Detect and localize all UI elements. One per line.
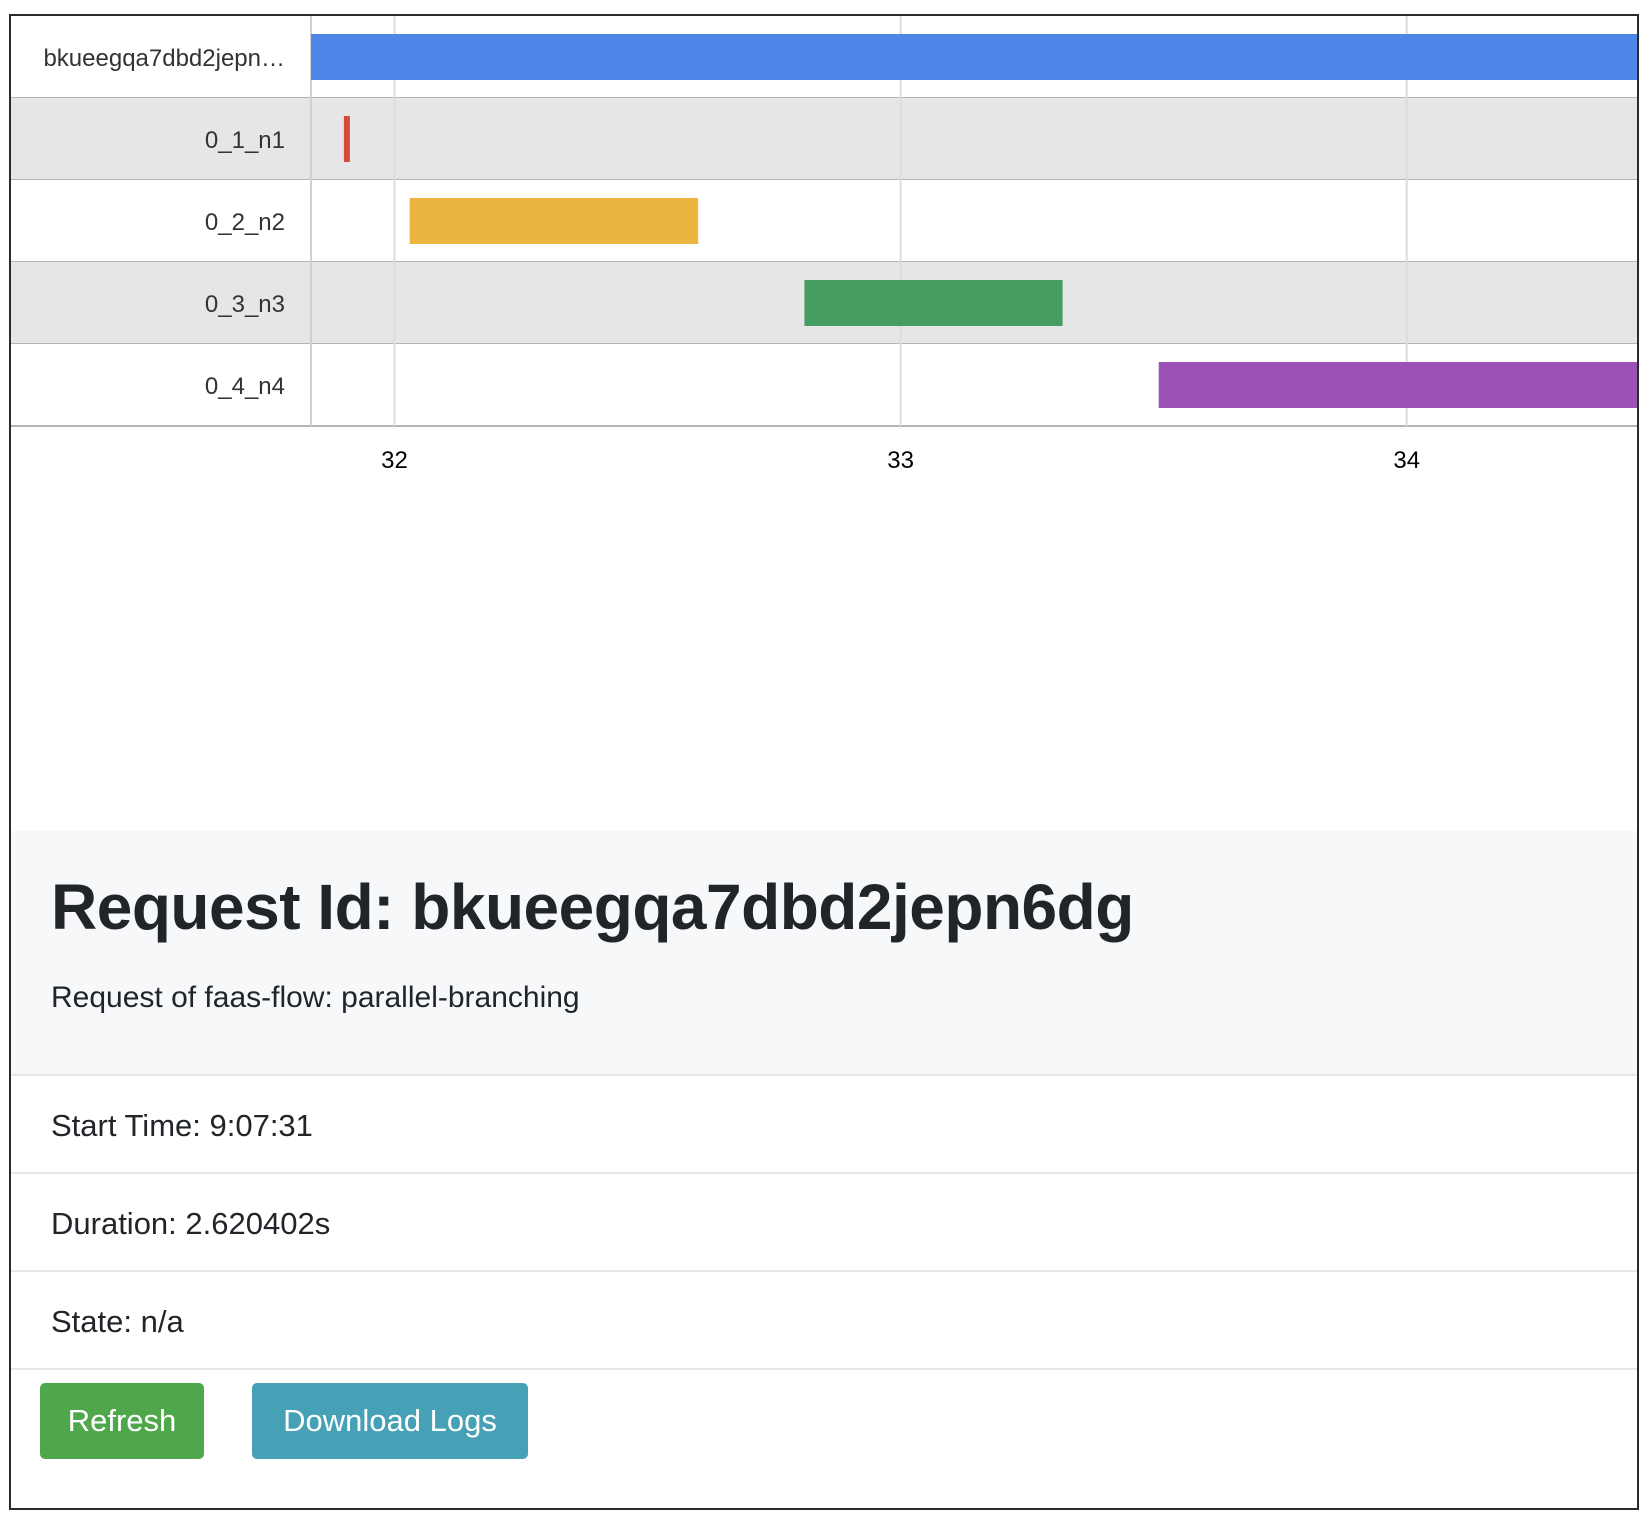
request-header: Request Id: bkueegqa7dbd2jepn6dg Request… [11,831,1637,1076]
timeline-row-label: bkueegqa7dbd2jepn… [43,45,285,72]
refresh-button[interactable]: Refresh [40,1383,204,1459]
timeline-row-label: 0_3_n3 [205,291,285,318]
start-time-text: Start Time: 9:07:31 [51,1108,313,1143]
timeline-bar[interactable] [311,34,1637,80]
download-logs-button[interactable]: Download Logs [252,1383,528,1459]
request-subtitle: Request of faas-flow: parallel-branching [51,981,580,1014]
start-time-row: Start Time: 9:07:31 [11,1076,1637,1174]
tick-label: 32 [381,447,408,474]
state-text: State: n/a [51,1304,184,1339]
timeline-bar[interactable] [1158,362,1637,408]
timeline-row-label: 0_4_n4 [205,373,285,400]
timeline-svg: bkueegqa7dbd2jepn… 0_1_n1 0_2_n2 0_3_n3 0_4_… [11,16,1637,474]
timeline-row-label: 0_2_n2 [205,209,285,236]
request-panel: bkueegqa7dbd2jepn… 0_1_n1 0_2_n2 0_3_n3 0_4_… [9,14,1639,1510]
timeline-chart: bkueegqa7dbd2jepn… 0_1_n1 0_2_n2 0_3_n3 0_4_… [11,16,1637,476]
tick-label: 34 [1393,447,1420,474]
timeline-bar[interactable] [804,280,1063,326]
duration-text: Duration: 2.620402s [51,1206,331,1241]
timeline-bar[interactable] [343,116,350,162]
tick-label: 33 [887,447,914,474]
duration-row: Duration: 2.620402s [11,1174,1637,1272]
state-row: State: n/a [11,1272,1637,1370]
timeline-bar[interactable] [409,198,699,244]
timeline-row-label: 0_1_n1 [205,127,285,154]
request-title: Request Id: bkueegqa7dbd2jepn6dg [51,871,1134,943]
